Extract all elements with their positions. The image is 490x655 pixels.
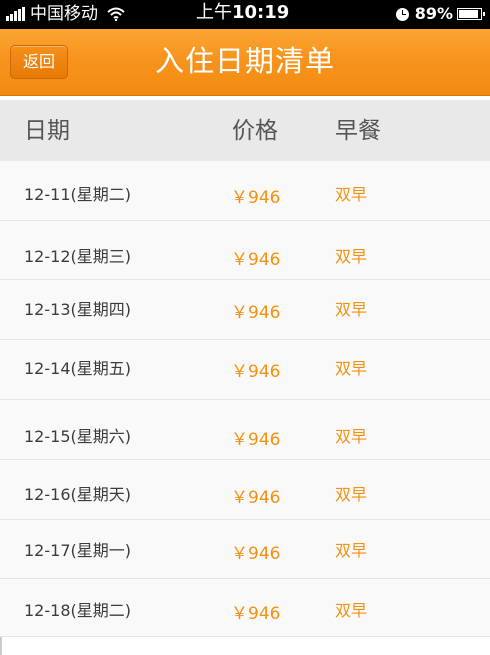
table-row[interactable]: 12-14(星期五) ￥946 双早: [0, 340, 490, 400]
row-price: ￥946: [231, 188, 281, 208]
header-breakfast: 早餐: [335, 118, 381, 144]
status-bar: 中国移动 上午10:19 89%: [0, 0, 490, 29]
row-breakfast: 双早: [335, 601, 368, 620]
row-breakfast: 双早: [335, 247, 368, 266]
table-row[interactable]: 12-16(星期天) ￥946 双早: [0, 460, 490, 520]
time-value: 10:19: [232, 2, 290, 23]
page-title: 入住日期清单: [154, 44, 335, 78]
list-bottom: [0, 637, 490, 655]
status-right: 89%: [395, 4, 485, 24]
status-left: 中国移动: [6, 4, 125, 24]
row-date: 12-12(星期三): [24, 247, 131, 266]
carrier-name: 中国移动: [30, 4, 98, 24]
row-date: 12-17(星期一): [24, 541, 131, 560]
table-row[interactable]: 12-13(星期四) ￥946 双早: [0, 280, 490, 340]
row-breakfast: 双早: [335, 427, 368, 446]
row-price: ￥946: [231, 604, 281, 624]
row-breakfast: 双早: [335, 359, 368, 378]
status-time: 上午10:19: [196, 2, 289, 24]
header-date: 日期: [24, 118, 70, 144]
row-breakfast: 双早: [335, 485, 368, 504]
navigation-bar: 返回 入住日期清单: [0, 29, 490, 96]
time-prefix: 上午: [196, 2, 232, 23]
battery-fill: [459, 10, 478, 18]
row-date: 12-13(星期四): [24, 300, 131, 319]
battery-icon: [457, 8, 485, 20]
row-breakfast: 双早: [335, 185, 368, 204]
battery-percent: 89%: [414, 4, 453, 23]
header-price: 价格: [232, 118, 278, 144]
row-price: ￥946: [231, 303, 281, 323]
row-price: ￥946: [231, 250, 281, 270]
row-price: ￥946: [231, 488, 281, 508]
table-row[interactable]: 12-15(星期六) ￥946 双早: [0, 400, 490, 460]
row-breakfast: 双早: [335, 541, 368, 560]
row-date: 12-16(星期天): [24, 485, 131, 504]
table-row[interactable]: 12-18(星期二) ￥946 双早: [0, 579, 490, 637]
alarm-clock-icon: [395, 7, 409, 21]
row-breakfast: 双早: [335, 300, 368, 319]
row-price: ￥946: [231, 430, 281, 450]
table-row[interactable]: 12-12(星期三) ￥946 双早: [0, 221, 490, 280]
wifi-icon: [107, 7, 125, 21]
row-date: 12-14(星期五): [24, 359, 131, 378]
row-date: 12-15(星期六): [24, 427, 131, 446]
table-row[interactable]: 12-17(星期一) ￥946 双早: [0, 520, 490, 579]
table-header: 日期 价格 早餐: [0, 100, 490, 161]
signal-icon: [6, 7, 26, 21]
row-price: ￥946: [231, 362, 281, 382]
row-price: ￥946: [231, 544, 281, 564]
table-row[interactable]: 12-11(星期二) ￥946 双早: [0, 161, 490, 221]
row-date: 12-11(星期二): [24, 185, 131, 204]
row-date: 12-18(星期二): [24, 601, 131, 620]
